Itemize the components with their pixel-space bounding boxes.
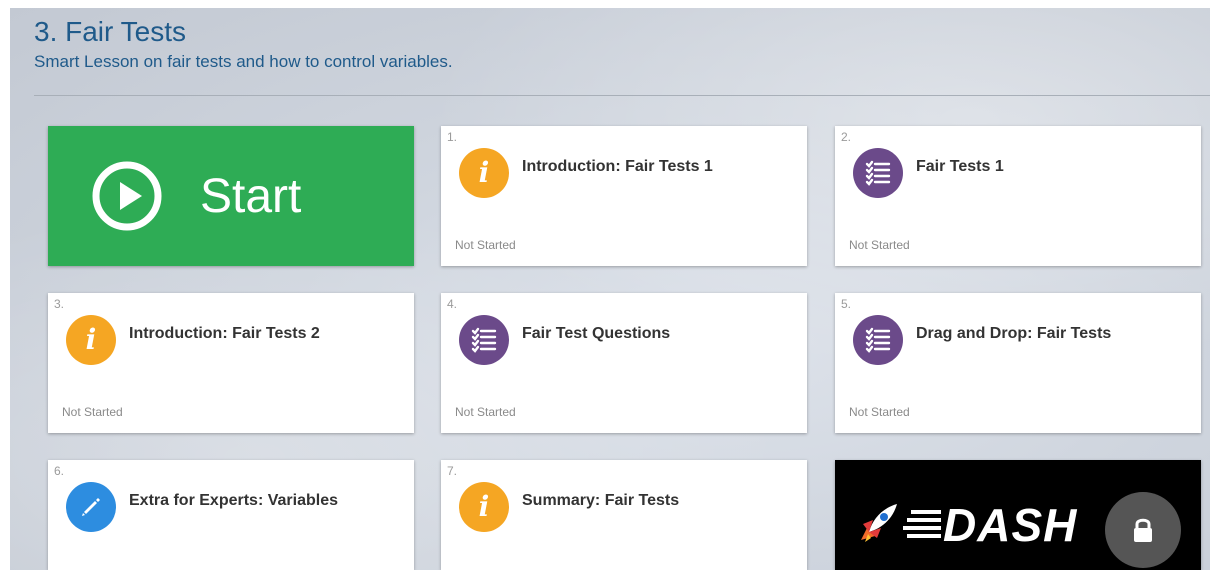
- card-status: Not Started: [455, 238, 516, 252]
- card-number: 2.: [841, 130, 852, 144]
- lesson-card-1[interactable]: 1. i Introduction: Fair Tests 1 Not Star…: [441, 126, 807, 266]
- card-status: Not Started: [62, 405, 123, 419]
- rocket-icon: [861, 504, 897, 542]
- lock-icon: [1105, 492, 1181, 568]
- info-icon: i: [66, 315, 116, 365]
- card-title: Fair Tests 1: [916, 158, 1004, 175]
- pencil-icon: [66, 482, 116, 532]
- play-icon: [92, 161, 162, 231]
- card-number: 5.: [841, 297, 852, 311]
- lesson-card-5[interactable]: 5. Drag and Drop: Fair Tests Not Started: [835, 293, 1201, 433]
- card-title: Extra for Experts: Variables: [129, 492, 338, 509]
- card-status: Not Started: [849, 405, 910, 419]
- dash-logo-text: DASH: [943, 499, 1078, 551]
- start-button[interactable]: Start: [48, 126, 414, 266]
- checklist-icon: [459, 315, 509, 365]
- card-title: Introduction: Fair Tests 2: [129, 325, 320, 342]
- lesson-card-6[interactable]: 6. Extra for Experts: Variables: [48, 460, 414, 570]
- info-icon: i: [459, 148, 509, 198]
- checklist-icon: [853, 148, 903, 198]
- card-title: Drag and Drop: Fair Tests: [916, 325, 1112, 342]
- info-icon: i: [459, 482, 509, 532]
- card-title: Introduction: Fair Tests 1: [522, 158, 713, 175]
- card-status: Not Started: [849, 238, 910, 252]
- start-label: Start: [200, 169, 302, 223]
- speed-lines-icon: [903, 510, 941, 538]
- lesson-card-4[interactable]: 4. Fair Test Questions Not Started: [441, 293, 807, 433]
- card-number: 1.: [447, 130, 458, 144]
- lesson-card-7[interactable]: 7. i Summary: Fair Tests: [441, 460, 807, 570]
- header-divider: [34, 95, 1210, 96]
- card-title: Summary: Fair Tests: [522, 492, 680, 509]
- card-number: 4.: [447, 297, 458, 311]
- card-number: 6.: [54, 464, 65, 478]
- lesson-header: 3. Fair Tests Smart Lesson on fair tests…: [34, 14, 1210, 74]
- lesson-card-2[interactable]: 2. Fair Tests 1 Not Started: [835, 126, 1201, 266]
- card-number: 3.: [54, 297, 65, 311]
- lesson-card-3[interactable]: 3. i Introduction: Fair Tests 2 Not Star…: [48, 293, 414, 433]
- card-number: 7.: [447, 464, 458, 478]
- page-subtitle: Smart Lesson on fair tests and how to co…: [34, 52, 453, 71]
- card-title: Fair Test Questions: [522, 325, 671, 342]
- lesson-page: 3. Fair Tests Smart Lesson on fair tests…: [10, 8, 1210, 570]
- card-status: Not Started: [455, 405, 516, 419]
- dash-card[interactable]: DASH: [835, 460, 1201, 570]
- checklist-icon: [853, 315, 903, 365]
- page-title: 3. Fair Tests: [34, 16, 186, 47]
